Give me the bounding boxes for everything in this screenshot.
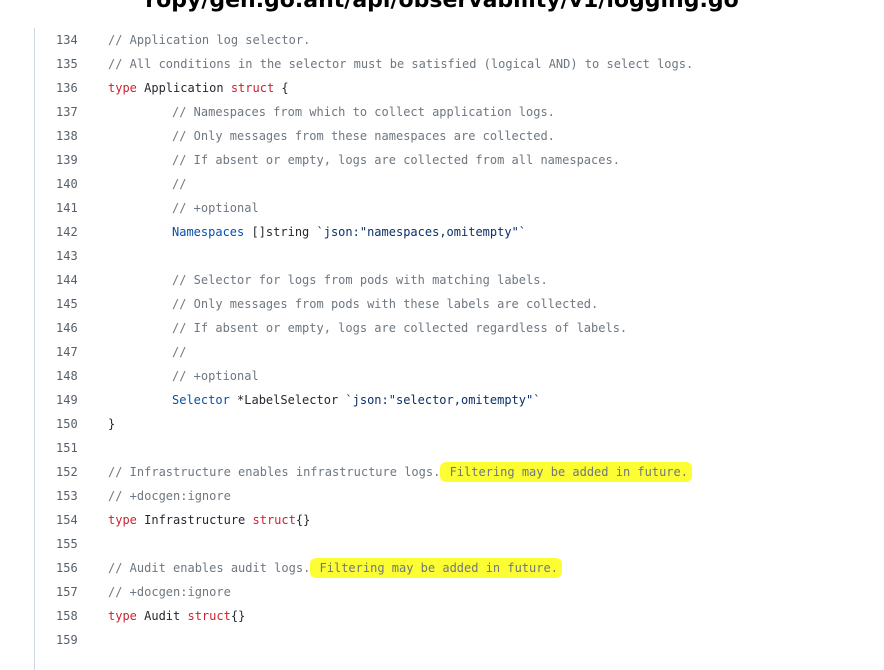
code-comment: // Infrastructure enables infrastructure… — [108, 465, 441, 479]
code-line-138: 138 // Only messages from these namespac… — [0, 124, 884, 148]
code-line-156: 156 // Audit enables audit logs. Filteri… — [0, 556, 884, 580]
line-number[interactable]: 139 — [56, 148, 86, 172]
line-number[interactable]: 158 — [56, 604, 86, 628]
code-line-152: 152 // Infrastructure enables infrastruc… — [0, 460, 884, 484]
code-comment: // If absent or empty, logs are collecte… — [172, 153, 620, 167]
keyword-type: type — [108, 609, 137, 623]
line-number[interactable]: 147 — [56, 340, 86, 364]
keyword-struct: struct — [252, 513, 296, 527]
line-number[interactable]: 148 — [56, 364, 86, 388]
line-number[interactable]: 134 — [56, 28, 86, 52]
code-line-154: 154 type Infrastructure struct{} — [0, 508, 884, 532]
line-number[interactable]: 151 — [56, 436, 86, 460]
line-number[interactable]: 152 — [56, 460, 86, 484]
line-number[interactable]: 142 — [56, 220, 86, 244]
code-line-155: 155 — [0, 532, 884, 556]
line-number[interactable]: 143 — [56, 244, 86, 268]
code-line-136: 136 type Application struct { — [0, 76, 884, 100]
code-comment: // +optional — [172, 369, 259, 383]
line-number[interactable]: 140 — [56, 172, 86, 196]
field-name: Selector — [172, 393, 230, 407]
code-comment: // All conditions in the selector must b… — [108, 57, 694, 71]
highlighted-text: Filtering may be added in future. — [310, 558, 562, 578]
code-comment: // Only messages from pods with these la… — [172, 297, 599, 311]
line-number[interactable]: 138 — [56, 124, 86, 148]
line-number[interactable]: 136 — [56, 76, 86, 100]
code-comment: // +optional — [172, 201, 259, 215]
struct-tag: `json:"namespaces,omitempty"` — [316, 225, 527, 239]
line-number[interactable]: 153 — [56, 484, 86, 508]
struct-tag: `json:"selector,omitempty"` — [345, 393, 541, 407]
code-view: 134 // Application log selector. 135 // … — [0, 28, 884, 670]
code-punct: } — [108, 417, 116, 431]
code-line-140: 140 // — [0, 172, 884, 196]
code-line-149: 149 Selector *LabelSelector `json:"selec… — [0, 388, 884, 412]
highlighted-text: Filtering may be added in future. — [440, 462, 692, 482]
line-number[interactable]: 145 — [56, 292, 86, 316]
code-comment: // +docgen:ignore — [108, 489, 231, 503]
keyword-type: type — [108, 513, 137, 527]
code-comment: // — [172, 177, 187, 191]
line-number[interactable]: 144 — [56, 268, 86, 292]
field-name: Namespaces — [172, 225, 245, 239]
line-number[interactable]: 146 — [56, 316, 86, 340]
code-line-139: 139 // If absent or empty, logs are coll… — [0, 148, 884, 172]
type-name: Application — [136, 81, 231, 95]
code-punct: {} — [295, 513, 311, 527]
code-line-148: 148 // +optional — [0, 364, 884, 388]
field-type: []string — [244, 225, 317, 239]
field-type: *LabelSelector — [229, 393, 346, 407]
line-number[interactable]: 149 — [56, 388, 86, 412]
code-comment: // Audit enables audit logs. — [108, 561, 311, 575]
code-comment: // Selector for logs from pods with matc… — [172, 273, 548, 287]
code-line-147: 147 // — [0, 340, 884, 364]
line-number[interactable]: 157 — [56, 580, 86, 604]
code-punct: { — [274, 81, 289, 95]
type-name: Infrastructure — [136, 513, 253, 527]
code-line-158: 158 type Audit struct{} — [0, 604, 884, 628]
code-line-146: 146 // If absent or empty, logs are coll… — [0, 316, 884, 340]
code-line-145: 145 // Only messages from pods with thes… — [0, 292, 884, 316]
line-number[interactable]: 154 — [56, 508, 86, 532]
code-line-157: 157 // +docgen:ignore — [0, 580, 884, 604]
keyword-struct: struct — [187, 609, 231, 623]
code-line-141: 141 // +optional — [0, 196, 884, 220]
code-comment: // — [172, 345, 187, 359]
code-line-135: 135 // All conditions in the selector mu… — [0, 52, 884, 76]
line-number[interactable]: 155 — [56, 532, 86, 556]
code-line-144: 144 // Selector for logs from pods with … — [0, 268, 884, 292]
code-comment: // Application log selector. — [108, 33, 311, 47]
code-line-143: 143 — [0, 244, 884, 268]
line-number[interactable]: 135 — [56, 52, 86, 76]
code-comment: // Namespaces from which to collect appl… — [172, 105, 555, 119]
code-line-142: 142 Namespaces []string `json:"namespace… — [0, 220, 884, 244]
code-line-151: 151 — [0, 436, 884, 460]
line-number[interactable]: 159 — [56, 628, 86, 652]
line-number[interactable]: 150 — [56, 412, 86, 436]
line-number[interactable]: 156 — [56, 556, 86, 580]
code-line-150: 150 } — [0, 412, 884, 436]
type-name: Audit — [136, 609, 188, 623]
code-punct: {} — [230, 609, 246, 623]
line-number[interactable]: 137 — [56, 100, 86, 124]
keyword-struct: struct — [230, 81, 275, 95]
keyword-type: type — [108, 81, 137, 95]
code-line-134: 134 // Application log selector. — [0, 28, 884, 52]
code-line-153: 153 // +docgen:ignore — [0, 484, 884, 508]
code-comment: // Only messages from these namespaces a… — [172, 129, 555, 143]
code-comment: // If absent or empty, logs are collecte… — [172, 321, 628, 335]
file-path-banner: ropy/gen.go.ant/api/observability/v1/log… — [145, 0, 739, 13]
code-comment: // +docgen:ignore — [108, 585, 231, 599]
code-line-137: 137 // Namespaces from which to collect … — [0, 100, 884, 124]
code-line-159: 159 — [0, 628, 884, 652]
line-number[interactable]: 141 — [56, 196, 86, 220]
